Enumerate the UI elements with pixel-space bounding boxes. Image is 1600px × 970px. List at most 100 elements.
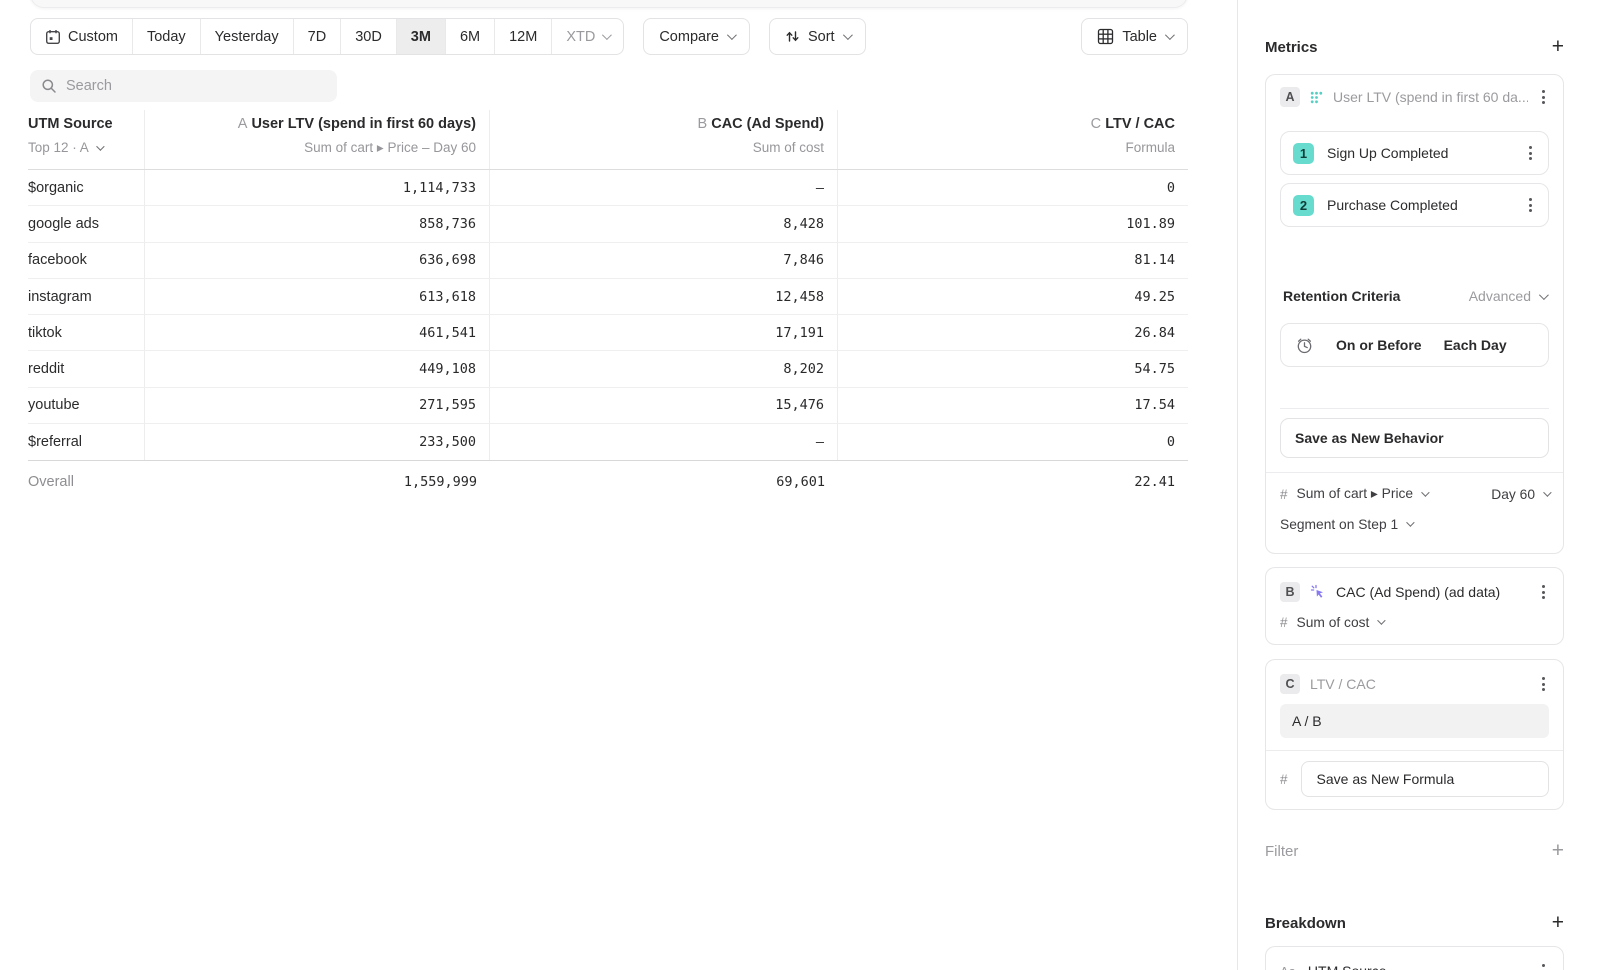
row-source: youtube [28, 397, 80, 413]
segment-on-step-dropdown[interactable]: Segment on Step 1 [1280, 517, 1412, 532]
add-filter-button[interactable]: + [1552, 842, 1564, 860]
row-ltv: 1,114,733 [403, 180, 476, 196]
table-header-row: UTM Source Top 12 · A A User LTV (spend … [28, 110, 1188, 170]
metric-letter-badge: A [1280, 87, 1300, 107]
range-yesterday[interactable]: Yesterday [201, 19, 294, 54]
row-cac: – [816, 434, 824, 450]
row-ltv: 449,108 [419, 361, 476, 377]
search-input[interactable] [66, 78, 326, 94]
range-3m-selected[interactable]: 3M [397, 19, 446, 54]
save-as-new-formula-button[interactable]: Save as New Formula [1301, 761, 1549, 797]
sort-button[interactable]: Sort [769, 18, 866, 55]
metric-c-title: LTV / CAC [1310, 676, 1528, 692]
retention-mode-dropdown[interactable]: Advanced [1469, 288, 1546, 304]
main-content: Custom Today Yesterday 7D 30D 3M 6M 12M … [0, 0, 1237, 970]
row-ltv: 271,595 [419, 397, 476, 413]
breakdown-label: Breakdown [1265, 915, 1346, 932]
formula-input[interactable]: A / B [1280, 704, 1549, 738]
overall-cac: 69,601 [776, 474, 825, 490]
numeric-hash-icon: # [1280, 615, 1288, 630]
range-xtd-dropdown[interactable]: XTD [552, 19, 623, 54]
window-dropdown[interactable]: Day 60 [1491, 487, 1549, 502]
divider [1266, 750, 1563, 751]
row-source: facebook [28, 252, 87, 268]
metric-a-title: User LTV (spend in first 60 da... [1333, 89, 1528, 105]
toolbar: Custom Today Yesterday 7D 30D 3M 6M 12M … [30, 18, 1188, 55]
filter-section-header: Filter + [1265, 840, 1564, 862]
row-cac: 7,846 [783, 252, 824, 268]
chevron-down-icon [727, 30, 737, 40]
row-source: $organic [28, 180, 84, 196]
divider [1280, 408, 1549, 409]
metrics-header: Metrics + [1265, 36, 1564, 58]
overall-ratio: 22.41 [1134, 474, 1175, 490]
range-7d[interactable]: 7D [294, 19, 342, 54]
column-header-ltv-cac[interactable]: C LTV / CAC Formula [838, 110, 1188, 169]
row-ratio: 26.84 [1134, 325, 1175, 341]
row-ratio: 0 [1167, 434, 1175, 450]
segment-row: Segment on Step 1 [1280, 513, 1549, 535]
chevron-down-icon [1539, 290, 1549, 300]
range-label: Custom [68, 29, 118, 45]
aggregation-dropdown[interactable]: Sum of cost [1297, 615, 1384, 630]
metrics-title: Metrics [1265, 39, 1318, 56]
column-header-cac[interactable]: B CAC (Ad Spend) Sum of cost [490, 110, 838, 169]
table-body: $organic 1,114,733 – 0 google ads 858,73… [28, 170, 1188, 460]
sort-arrows-icon [785, 29, 800, 44]
chevron-down-icon [602, 30, 612, 40]
range-6m[interactable]: 6M [446, 19, 495, 54]
visualization-selector[interactable]: Table [1081, 18, 1188, 55]
chart-card-bottom-edge [30, 0, 1188, 8]
row-ratio: 49.25 [1134, 289, 1175, 305]
range-30d[interactable]: 30D [341, 19, 397, 54]
metric-a-header[interactable]: A User LTV (spend in first 60 da... [1280, 85, 1549, 109]
range-custom[interactable]: Custom [31, 19, 133, 54]
retention-criteria-row: Retention Criteria Advanced [1280, 286, 1549, 306]
kebab-menu-icon[interactable] [1538, 581, 1549, 603]
kebab-menu-icon[interactable] [1525, 142, 1536, 164]
retention-criteria-label: Retention Criteria [1283, 288, 1400, 304]
kebab-menu-icon[interactable] [1538, 86, 1549, 108]
metrics-sidebar: Metrics + A User LTV (spend in first 60 … [1237, 0, 1600, 970]
kebab-menu-icon[interactable] [1538, 960, 1549, 970]
metric-a-card: A User LTV (spend in first 60 da... 1 Si… [1265, 74, 1564, 554]
kebab-menu-icon[interactable] [1538, 673, 1549, 695]
chevron-down-icon [1543, 488, 1551, 496]
range-today[interactable]: Today [133, 19, 201, 54]
range-12m[interactable]: 12M [495, 19, 552, 54]
table-row: tiktok 461,541 17,191 26.84 [28, 315, 1188, 351]
chevron-down-icon [1165, 30, 1175, 40]
row-ltv: 233,500 [419, 434, 476, 450]
save-as-new-behavior-button[interactable]: Save as New Behavior [1280, 418, 1549, 458]
chevron-down-icon [96, 142, 104, 150]
row-source: instagram [28, 289, 92, 305]
table-row: reddit 449,108 8,202 54.75 [28, 351, 1188, 387]
kebab-menu-icon[interactable] [1525, 194, 1536, 216]
compare-button[interactable]: Compare [643, 18, 750, 55]
row-ratio: 81.14 [1134, 252, 1175, 268]
add-metric-button[interactable]: + [1552, 38, 1564, 56]
step-2-purchase[interactable]: 2 Purchase Completed [1280, 183, 1549, 227]
column-header-user-ltv[interactable]: A User LTV (spend in first 60 days) Sum … [145, 110, 490, 169]
table-row: instagram 613,618 12,458 49.25 [28, 279, 1188, 315]
aggregation-dropdown[interactable]: Sum of cart ▸ Price [1297, 486, 1428, 502]
overall-label: Overall [28, 474, 74, 490]
retention-period[interactable]: Each Day [1444, 337, 1507, 353]
row-ratio: 17.54 [1134, 397, 1175, 413]
step-1-sign-up[interactable]: 1 Sign Up Completed [1280, 131, 1549, 175]
retention-condition[interactable]: On or Before [1336, 337, 1422, 353]
column-header-utm-source[interactable]: UTM Source Top 12 · A [28, 110, 145, 169]
metric-b-header[interactable]: B CAC (Ad Spend) (ad data) [1280, 580, 1549, 604]
row-source: reddit [28, 361, 64, 377]
chevron-down-icon [1421, 488, 1429, 496]
breakdown-item-utm-source[interactable]: Aa UTM Source [1265, 946, 1564, 970]
add-breakdown-button[interactable]: + [1552, 914, 1564, 932]
table-row: $referral 233,500 – 0 [28, 424, 1188, 460]
row-cac: 15,476 [775, 397, 824, 413]
metric-c-card: C LTV / CAC A / B # Save as New Formula [1265, 659, 1564, 810]
row-cac: 12,458 [775, 289, 824, 305]
row-cac: 8,428 [783, 216, 824, 232]
alarm-clock-icon [1295, 336, 1314, 355]
retention-condition-box[interactable]: On or Before Each Day [1280, 323, 1549, 367]
metric-c-header[interactable]: C LTV / CAC [1280, 672, 1549, 696]
